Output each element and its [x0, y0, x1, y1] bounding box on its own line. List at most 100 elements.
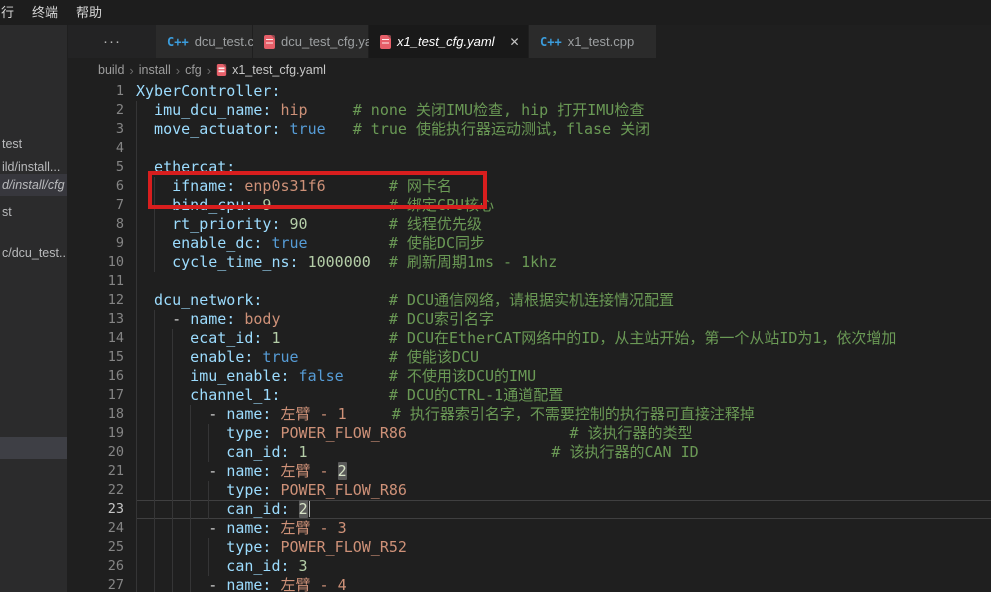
yaml-file-icon	[217, 64, 226, 76]
code-line[interactable]: 14 ecat_id: 1 # DCU在EtherCAT网络中的ID，从主站开始…	[68, 329, 991, 348]
code-line[interactable]: 15 enable: true # 使能该DCU	[68, 348, 991, 367]
yaml-comment: # DCU在EtherCAT网络中的ID，从主站开始，第一个从站ID为1，依次增…	[281, 329, 897, 347]
line-number: 16	[68, 367, 124, 386]
breadcrumb-item-build[interactable]: build	[98, 63, 124, 77]
code-line[interactable]: 9 enable_dc: true # 使能DC同步	[68, 234, 991, 253]
line-number: 14	[68, 329, 124, 348]
line-number: 1	[68, 82, 124, 101]
code-line[interactable]: 18 - name: 左臂 - 1 # 执行器索引名字，不需要控制的执行器可直接…	[68, 405, 991, 424]
code-line-text: enable_dc: true # 使能DC同步	[124, 234, 485, 253]
menu-item-行[interactable]: 行	[0, 0, 23, 25]
code-line[interactable]: 22 type: POWER_FLOW_R86	[68, 481, 991, 500]
menu-item-帮助[interactable]: 帮助	[67, 0, 111, 25]
yaml-token: enable_dc:	[136, 234, 262, 252]
code-line[interactable]: 19 type: POWER_FLOW_R86 # 该执行器的类型	[68, 424, 991, 443]
code-line-text: ecat_id: 1 # DCU在EtherCAT网络中的ID，从主站开始，第一…	[124, 329, 896, 348]
code-line-text	[124, 139, 136, 158]
code-line-text: dcu_network: # DCU通信网络，请根据实机连接情况配置	[124, 291, 674, 310]
code-line-text: type: POWER_FLOW_R86	[124, 481, 407, 500]
yaml-token: name:	[190, 310, 235, 328]
code-line[interactable]: 6 ifname: enp0s31f6 # 网卡名	[68, 177, 991, 196]
yaml-token: true	[262, 234, 307, 252]
code-line[interactable]: 27 - name: 左臂 - 4	[68, 576, 991, 592]
code-line[interactable]: 4	[68, 139, 991, 158]
code-line[interactable]: 23 can_id: 2	[68, 500, 991, 519]
breadcrumb-item-cfg[interactable]: cfg	[185, 63, 202, 77]
line-number: 18	[68, 405, 124, 424]
yaml-token: 90	[281, 215, 308, 233]
code-editor[interactable]: 1 XyberController:2 imu_dcu_name: hip # n…	[68, 82, 991, 592]
yaml-token: name:	[226, 519, 271, 537]
code-line-text: - name: 左臂 - 3	[124, 519, 347, 538]
menu-bar: 行终端帮助	[0, 0, 991, 25]
sidebar-item[interactable]: st	[0, 201, 67, 223]
code-line-text	[124, 272, 136, 291]
code-line[interactable]: 16 imu_enable: false # 不使用该DCU的IMU	[68, 367, 991, 386]
yaml-token: true	[281, 120, 326, 138]
breadcrumb-item-install[interactable]: install	[139, 63, 171, 77]
yaml-token: XyberController:	[136, 82, 281, 100]
tab-x1_test.cpp[interactable]: C++x1_test.cpp	[529, 25, 657, 58]
code-line[interactable]: 5 ethercat:	[68, 158, 991, 177]
yaml-token: POWER_FLOW_R52	[271, 538, 406, 556]
breadcrumb-separator: ›	[129, 63, 133, 78]
tab-overflow-button[interactable]: ···	[68, 25, 156, 58]
code-line[interactable]: 24 - name: 左臂 - 3	[68, 519, 991, 538]
code-line[interactable]: 17 channel_1: # DCU的CTRL-1通道配置	[68, 386, 991, 405]
yaml-comment: # 网卡名	[326, 177, 452, 195]
code-line[interactable]: 13 - name: body # DCU索引名字	[68, 310, 991, 329]
code-line[interactable]: 7 bind_cpu: 9 # 绑定CPU核心	[68, 196, 991, 215]
yaml-token: ecat_id:	[136, 329, 262, 347]
yaml-token: POWER_FLOW_R86	[271, 481, 406, 499]
yaml-token: -	[136, 576, 226, 592]
code-line[interactable]: 20 can_id: 1 # 该执行器的CAN ID	[68, 443, 991, 462]
tab-x1_test_cfg.yaml[interactable]: x1_test_cfg.yaml✕	[369, 25, 529, 58]
sidebar-item[interactable]: test	[0, 133, 67, 155]
line-number: 19	[68, 424, 124, 443]
tab-label: x1_test.cpp	[568, 34, 635, 49]
yaml-token: 1	[262, 329, 280, 347]
code-line[interactable]: 10 cycle_time_ns: 1000000 # 刷新周期1ms - 1k…	[68, 253, 991, 272]
yaml-token: name:	[226, 405, 271, 423]
yaml-token: 1000000	[299, 253, 371, 271]
code-line[interactable]: 21 - name: 左臂 - 2	[68, 462, 991, 481]
tab-dcu_test_cfg.yaml[interactable]: dcu_test_cfg.yaml	[253, 25, 369, 58]
code-line-text: - name: 左臂 - 4	[124, 576, 347, 592]
line-number: 6	[68, 177, 124, 196]
line-number: 22	[68, 481, 124, 500]
yaml-token: name:	[226, 462, 271, 480]
yaml-token: 9	[253, 196, 271, 214]
sidebar-item[interactable]	[0, 437, 67, 459]
yaml-comment: # 使能DC同步	[308, 234, 485, 252]
code-line[interactable]: 11	[68, 272, 991, 291]
code-line[interactable]: 25 type: POWER_FLOW_R52	[68, 538, 991, 557]
code-line[interactable]: 12 dcu_network: # DCU通信网络，请根据实机连接情况配置	[68, 291, 991, 310]
code-line-text: imu_dcu_name: hip # none 关闭IMU检查, hip 打开…	[124, 101, 644, 120]
menu-item-终端[interactable]: 终端	[23, 0, 67, 25]
sidebar-item[interactable]: d/install/cfg	[0, 174, 67, 196]
yaml-token: 左臂 - 4	[271, 576, 346, 592]
code-line[interactable]: 3 move_actuator: true # true 使能执行器运动测试，f…	[68, 120, 991, 139]
code-line[interactable]: 8 rt_priority: 90 # 线程优先级	[68, 215, 991, 234]
tab-dcu_test.cpp[interactable]: C++dcu_test.cpp	[156, 25, 253, 58]
yaml-comment: # 线程优先级	[308, 215, 482, 233]
close-tab-icon[interactable]: ✕	[507, 34, 523, 50]
yaml-token: true	[253, 348, 298, 366]
tab-bar: ··· C++dcu_test.cppdcu_test_cfg.yamlx1_t…	[68, 25, 991, 58]
code-line[interactable]: 1 XyberController:	[68, 82, 991, 101]
code-line[interactable]: 26 can_id: 3	[68, 557, 991, 576]
yaml-token: 左臂 -	[271, 462, 337, 480]
editor-group: ··· C++dcu_test.cppdcu_test_cfg.yamlx1_t…	[68, 25, 991, 592]
line-number: 10	[68, 253, 124, 272]
yaml-token: imu_dcu_name:	[136, 101, 271, 119]
yaml-token: -	[136, 462, 226, 480]
breadcrumb-file[interactable]: x1_test_cfg.yaml	[216, 63, 326, 77]
line-number: 25	[68, 538, 124, 557]
yaml-token: imu_enable:	[136, 367, 290, 385]
line-number: 5	[68, 158, 124, 177]
code-line-text: ethercat:	[124, 158, 235, 177]
code-line-text: can_id: 3	[124, 557, 308, 576]
sidebar-item[interactable]: c/dcu_test...	[0, 242, 67, 264]
code-line[interactable]: 2 imu_dcu_name: hip # none 关闭IMU检查, hip …	[68, 101, 991, 120]
yaml-comment: # 绑定CPU核心	[271, 196, 494, 214]
